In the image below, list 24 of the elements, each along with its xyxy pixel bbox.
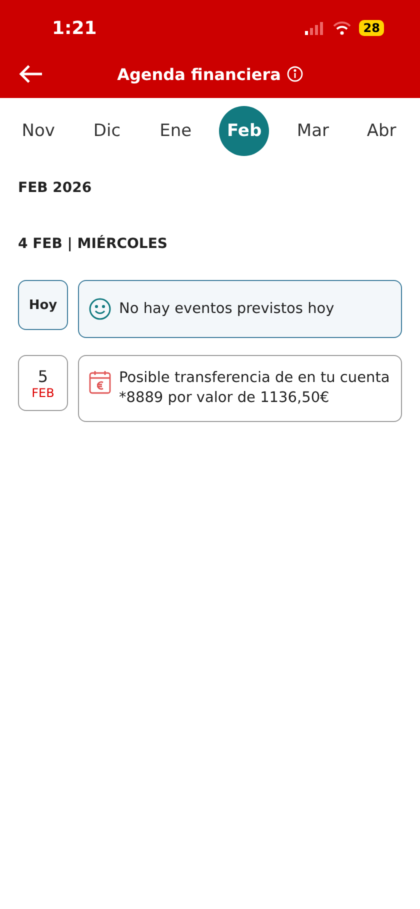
today-label: Hoy [28, 298, 58, 312]
month-tab[interactable]: Nov [13, 106, 64, 156]
month-tab[interactable]: Dic [82, 106, 132, 156]
status-time: 1:21 [52, 18, 97, 38]
battery-level: 28 [359, 20, 384, 36]
event-text: No hay eventos previstos hoy [119, 300, 334, 319]
day-heading: 4 FEB | MIÉRCOLES [17, 236, 169, 252]
wifi-icon [333, 21, 352, 35]
signal-icon [305, 21, 326, 35]
info-icon[interactable] [286, 66, 303, 82]
month-label: FEB [32, 386, 54, 400]
page-title: Agenda financiera [117, 64, 281, 84]
month-tab[interactable]: Ene [150, 106, 201, 156]
back-button[interactable] [18, 64, 44, 84]
month-tab[interactable]: Abr [356, 106, 407, 156]
smiley-icon [89, 298, 111, 320]
month-tab[interactable]: Mar [288, 106, 338, 156]
month-tab[interactable]: Feb [219, 106, 270, 156]
month-heading: FEB 2026 [17, 180, 93, 196]
calendar-euro-icon [89, 370, 111, 394]
no-events-card[interactable]: No hay eventos previstos hoy [78, 280, 402, 338]
event-text: Posible transferencia de en tu cuenta *8889 por valor de 1136,50€ [119, 369, 391, 408]
day-number: 5 [38, 366, 48, 386]
event-card[interactable]: Posible transferencia de en tu cuenta *8889 por valor de 1136,50€ [78, 355, 402, 422]
